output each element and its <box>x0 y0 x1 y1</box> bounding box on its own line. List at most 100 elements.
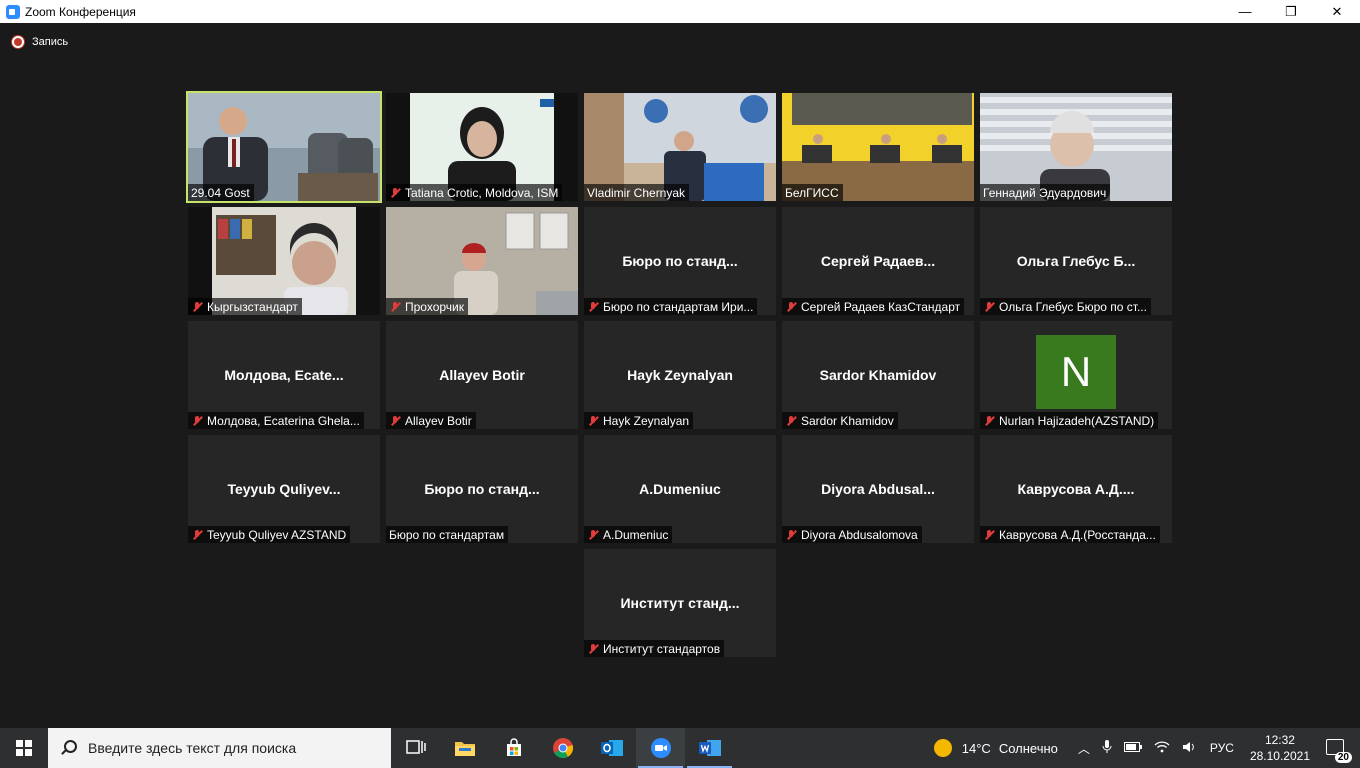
microphone-muted-icon <box>785 415 797 427</box>
participant-name: Teyyub Quliyev AZSTAND <box>207 527 347 542</box>
microphone-muted-icon <box>785 529 797 541</box>
participant-tile[interactable]: N Nurlan Hajizadeh(AZSTAND) <box>980 321 1172 429</box>
participant-namebar: Прохорчик <box>386 298 468 315</box>
participant-tile[interactable]: Молдова, Ecate... Молдова, Ecaterina Ghel… <box>188 321 380 429</box>
participant-namebar: Молдова, Ecaterina Ghela... <box>188 412 364 429</box>
participant-tile[interactable]: Allayev Botir Allayev Botir <box>386 321 578 429</box>
weather-widget[interactable]: 14°C Солнечно <box>933 739 1058 757</box>
clock-time: 12:32 <box>1264 733 1295 747</box>
participant-name: Diyora Abdusalomova <box>801 527 918 542</box>
participant-namebar: Nurlan Hajizadeh(AZSTAND) <box>980 412 1159 429</box>
zoom-app-icon <box>6 4 20 19</box>
microphone-muted-icon <box>587 643 599 655</box>
participant-tile[interactable]: Прохорчик <box>386 207 578 315</box>
participant-tile[interactable]: Кыргызстандарт <box>188 207 380 315</box>
participant-namebar: Allayev Botir <box>386 412 476 429</box>
participant-namebar: Diyora Abdusalomova <box>782 526 922 543</box>
participant-tile[interactable]: Diyora Abdusal... Diyora Abdusalomova <box>782 435 974 543</box>
participant-tile[interactable]: A.Dumeniuc A.Dumeniuc <box>584 435 776 543</box>
maximize-button[interactable]: ❐ <box>1268 0 1314 23</box>
microphone-muted-icon <box>191 301 203 313</box>
task-view-icon[interactable] <box>391 728 440 768</box>
microphone-muted-icon <box>389 415 401 427</box>
participant-tile[interactable]: Бюро по станд... Бюро по стандартам Ири..… <box>584 207 776 315</box>
participant-tile[interactable]: Hayk Zeynalyan Hayk Zeynalyan <box>584 321 776 429</box>
microphone-muted-icon <box>983 415 995 427</box>
participant-name: A.Dumeniuc <box>603 527 669 542</box>
recording-indicator[interactable]: Запись <box>12 36 68 48</box>
participant-namebar: Каврусова А.Д.(Росстанда... <box>980 526 1160 543</box>
participant-name: Tatiana Crotic, Moldova, ISM <box>405 185 559 200</box>
chrome-icon[interactable] <box>538 728 587 768</box>
start-button[interactable] <box>0 728 48 768</box>
participant-namebar: Сергей Радаев КазСтандарт <box>782 298 965 315</box>
participant-tile[interactable]: Институт станд... Институт стандартов <box>584 549 776 657</box>
microphone-muted-icon <box>191 415 203 427</box>
participant-name: Институт стандартов <box>603 641 721 656</box>
microphone-icon[interactable] <box>1102 739 1112 757</box>
participant-namebar: Vladimir Chernyak <box>584 184 690 201</box>
participant-name: 29.04 Gost <box>191 185 250 200</box>
participant-name: Сергей Радаев КазСтандарт <box>801 299 961 314</box>
participant-name: Allayev Botir <box>405 413 472 428</box>
participant-tile[interactable]: Sardor Khamidov Sardor Khamidov <box>782 321 974 429</box>
microphone-muted-icon <box>587 529 599 541</box>
zoom-taskbar-icon[interactable] <box>636 728 685 768</box>
participant-namebar: Кыргызстандарт <box>188 298 302 315</box>
sun-icon <box>933 739 952 757</box>
windows-logo-icon <box>16 740 32 756</box>
participant-namebar: Hayk Zeynalyan <box>584 412 694 429</box>
volume-icon[interactable] <box>1182 740 1198 757</box>
notification-center-icon[interactable]: 20 <box>1326 737 1352 763</box>
meeting-gallery: Запись 29.04 Gost Tatiana Crotic, Moldova… <box>0 23 1360 728</box>
participant-tile[interactable]: Геннадий Эдуардович <box>980 93 1172 201</box>
participant-tile[interactable]: Каврусова А.Д.... Каврусова А.Д.(Росстанд… <box>980 435 1172 543</box>
participant-namebar: Tatiana Crotic, Moldova, ISM <box>386 184 563 201</box>
search-icon <box>60 740 77 756</box>
participant-tile[interactable]: Ольга Глебус Б... Ольга Глебус Бюро по ст… <box>980 207 1172 315</box>
wifi-icon[interactable] <box>1154 740 1170 756</box>
system-tray: 14°C Солнечно ︿ РУС 12:32 28.10.2021 20 <box>933 728 1360 768</box>
microphone-muted-icon <box>983 529 995 541</box>
participant-tile[interactable]: Tatiana Crotic, Moldova, ISM <box>386 93 578 201</box>
weather-temp: 14°C <box>961 740 991 756</box>
participant-tile[interactable]: 29.04 Gost <box>186 91 382 203</box>
participant-name: Hayk Zeynalyan <box>603 413 690 428</box>
record-icon <box>12 36 24 48</box>
battery-icon[interactable] <box>1123 741 1142 755</box>
participant-tile[interactable]: Сергей Радаев... Сергей Радаев КазСтандар… <box>782 207 974 315</box>
participant-tile[interactable]: Бюро по станд... Бюро по стандартам <box>386 435 578 543</box>
microphone-muted-icon <box>191 529 203 541</box>
participant-name: Молдова, Ecaterina Ghela... <box>207 413 360 428</box>
weather-text: Солнечно <box>998 740 1058 756</box>
minimize-button[interactable]: — <box>1222 0 1268 23</box>
chevron-up-icon[interactable]: ︿ <box>1078 740 1090 757</box>
outlook-icon[interactable] <box>587 728 636 768</box>
windows-taskbar: 14°C Солнечно ︿ РУС 12:32 28.10.2021 20 <box>0 728 1360 768</box>
microphone-muted-icon <box>587 415 599 427</box>
microphone-muted-icon <box>785 301 797 313</box>
taskbar-search[interactable] <box>48 728 391 768</box>
microphone-muted-icon <box>983 301 995 313</box>
recording-label: Запись <box>32 36 69 48</box>
store-icon[interactable] <box>489 728 538 768</box>
file-explorer-icon[interactable] <box>440 728 489 768</box>
participant-namebar: Институт стандартов <box>584 640 725 657</box>
participant-name: Кыргызстандарт <box>207 299 298 314</box>
participant-name: Геннадий Эдуардович <box>983 185 1107 200</box>
participant-name: Прохорчик <box>405 299 464 314</box>
participant-name: БелГИСС <box>785 185 839 200</box>
word-icon[interactable] <box>685 728 734 768</box>
participant-tile[interactable]: БелГИСС <box>782 93 974 201</box>
search-input[interactable] <box>88 740 368 756</box>
language-indicator[interactable]: РУС <box>1210 741 1234 755</box>
window-titlebar: Zoom Конференция — ❐ ✕ <box>0 0 1360 23</box>
participant-tile[interactable]: Vladimir Chernyak <box>584 93 776 201</box>
participant-tile[interactable]: Teyyub Quliyev... Teyyub Quliyev AZSTAND <box>188 435 380 543</box>
participant-name: Каврусова А.Д.(Росстанда... <box>999 527 1156 542</box>
participant-namebar: Ольга Глебус Бюро по ст... <box>980 298 1151 315</box>
taskbar-clock[interactable]: 12:32 28.10.2021 <box>1250 732 1310 764</box>
clock-date: 28.10.2021 <box>1249 749 1310 763</box>
participant-name: Ольга Глебус Бюро по ст... <box>999 299 1147 314</box>
close-button[interactable]: ✕ <box>1314 0 1360 23</box>
